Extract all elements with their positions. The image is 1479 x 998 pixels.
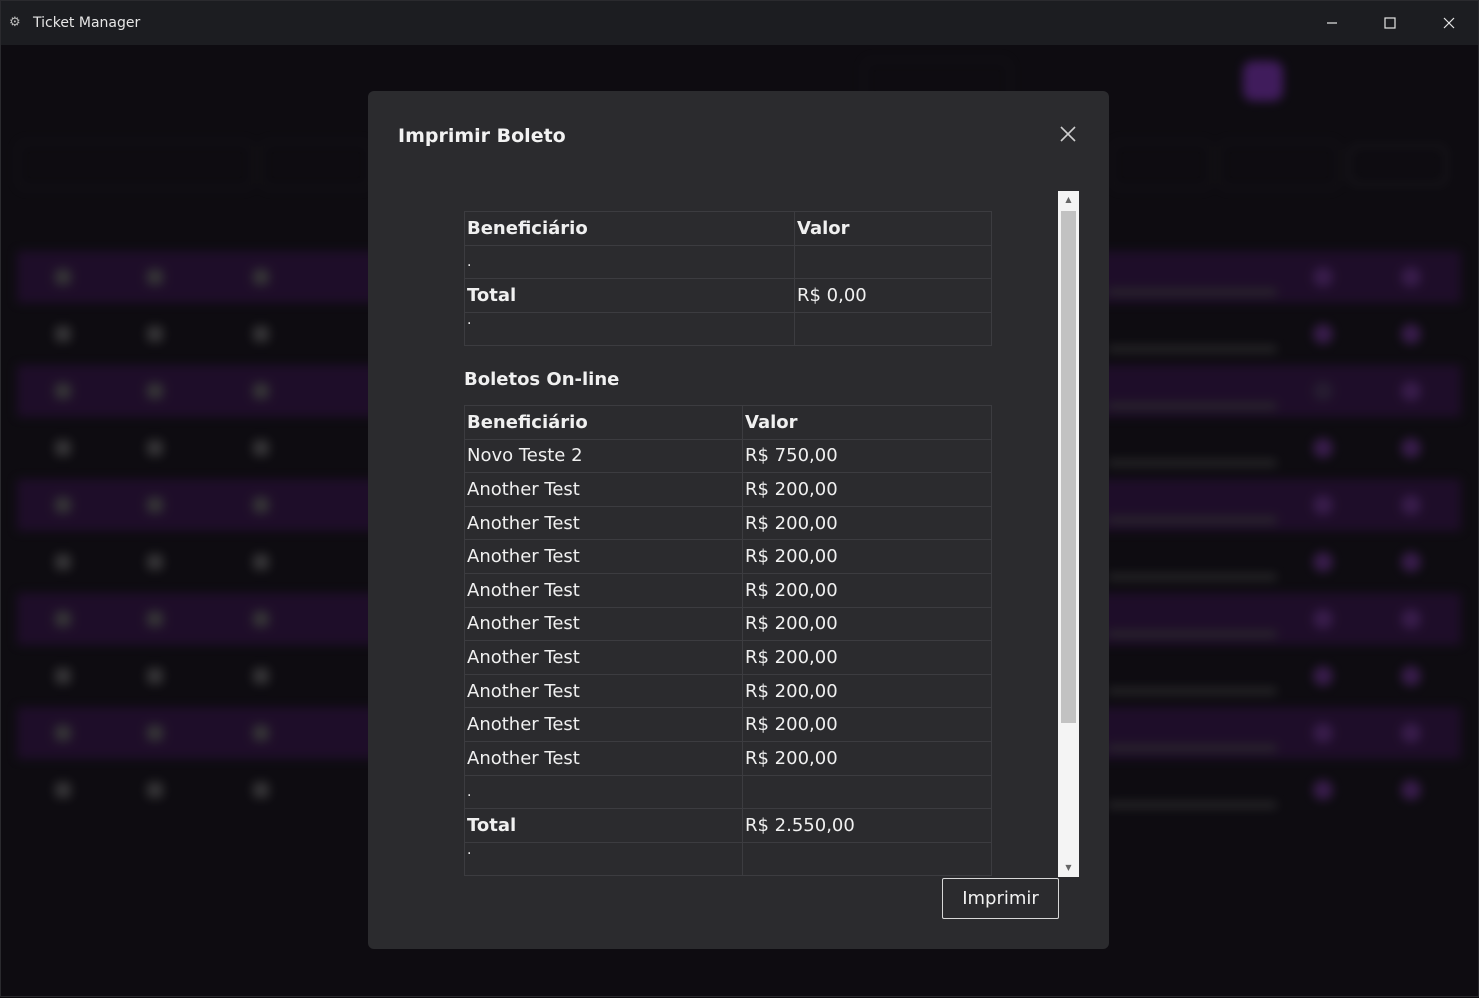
table-row: Another Test R$ 200,00: [464, 572, 992, 608]
table-row: Another Test R$ 200,00: [464, 673, 992, 709]
table-row: Another Test R$ 200,00: [464, 606, 992, 642]
dialog-title: Imprimir Boleto: [398, 125, 566, 147]
bg-control: [1349, 145, 1447, 185]
table-row: Another Test R$ 200,00: [464, 539, 992, 574]
print-preview-area[interactable]: Beneficiário Valor . Total R$ 0,00 . Bol…: [462, 191, 1058, 877]
header-value: Valor: [794, 211, 992, 246]
trailing-cell: .: [464, 311, 795, 347]
spacer-cell: .: [464, 244, 795, 280]
minimize-icon: [1327, 22, 1337, 24]
total-row: Total R$ 2.550,00: [464, 808, 992, 843]
spacer-cell: .: [464, 774, 743, 810]
scroll-up-arrow-icon[interactable]: ▲: [1058, 191, 1079, 209]
close-icon: [1443, 17, 1455, 29]
beneficiary-cell: Another Test: [464, 606, 743, 642]
minimize-button[interactable]: [1303, 1, 1361, 45]
total-label: Total: [464, 278, 795, 313]
beneficiary-cell: Novo Teste 2: [464, 438, 743, 474]
online-boletos-table: Beneficiário Valor Novo Teste 2 R$ 750,00…: [464, 405, 992, 877]
beneficiary-cell: Another Test: [464, 505, 743, 541]
header-beneficiary: Beneficiário: [464, 405, 743, 440]
total-value: R$ 2.550,00: [742, 808, 992, 843]
beneficiary-cell: Another Test: [464, 472, 743, 507]
value-cell: R$ 200,00: [742, 472, 992, 507]
close-window-button[interactable]: [1420, 1, 1478, 45]
avatar: [1243, 61, 1283, 101]
value-cell: R$ 200,00: [742, 572, 992, 608]
total-row: Total R$ 0,00: [464, 278, 992, 313]
beneficiary-cell: Another Test: [464, 539, 743, 574]
scroll-down-arrow-icon[interactable]: ▼: [1058, 859, 1079, 877]
value-cell: R$ 200,00: [742, 740, 992, 776]
value-cell: R$ 200,00: [742, 606, 992, 642]
beneficiary-cell: Another Test: [464, 572, 743, 608]
app-window: ⚙ Ticket Manager Imprimir Boleto Benefic…: [0, 0, 1479, 997]
value-cell: R$ 200,00: [742, 707, 992, 742]
table-row: Another Test R$ 200,00: [464, 505, 992, 541]
table-row: Another Test R$ 200,00: [464, 640, 992, 675]
table-row: Another Test R$ 200,00: [464, 707, 992, 742]
print-button[interactable]: Imprimir: [942, 878, 1059, 919]
title-bar: ⚙ Ticket Manager: [1, 1, 1478, 45]
table-row: .: [464, 841, 992, 877]
empty-cell: [794, 244, 992, 280]
vertical-scrollbar[interactable]: ▲ ▼: [1058, 191, 1079, 877]
trailing-cell: .: [464, 841, 743, 877]
maximize-icon: [1384, 17, 1396, 29]
close-icon: [1060, 126, 1076, 142]
header-beneficiary: Beneficiário: [464, 211, 795, 246]
bg-control: [1111, 141, 1211, 189]
beneficiary-cell: Another Test: [464, 740, 743, 776]
beneficiary-cell: Another Test: [464, 707, 743, 742]
value-cell: R$ 750,00: [742, 438, 992, 474]
bg-control: [17, 141, 253, 189]
beneficiary-cell: Another Test: [464, 673, 743, 709]
summary-table: Beneficiário Valor . Total R$ 0,00 .: [464, 211, 992, 347]
empty-cell: [742, 774, 992, 810]
table-header-row: Beneficiário Valor: [464, 211, 992, 246]
table-row: .: [464, 244, 992, 280]
empty-cell: [742, 841, 992, 877]
total-value: R$ 0,00: [794, 278, 992, 313]
table-row: Another Test R$ 200,00: [464, 472, 992, 507]
beneficiary-cell: Another Test: [464, 640, 743, 675]
gear-icon: ⚙: [9, 15, 21, 30]
bg-control: [261, 141, 371, 189]
value-cell: R$ 200,00: [742, 640, 992, 675]
total-label: Total: [464, 808, 743, 843]
table-row: Another Test R$ 200,00: [464, 740, 992, 776]
table-row: .: [464, 774, 992, 810]
table-header-row: Beneficiário Valor: [464, 405, 992, 440]
value-cell: R$ 200,00: [742, 505, 992, 541]
section-heading-online: Boletos On-line: [464, 369, 620, 390]
table-row: Novo Teste 2 R$ 750,00: [464, 438, 992, 474]
scrollbar-thumb[interactable]: [1061, 211, 1076, 723]
print-boleto-dialog: Imprimir Boleto Beneficiário Valor . Tot…: [368, 91, 1109, 949]
value-cell: R$ 200,00: [742, 673, 992, 709]
table-row: .: [464, 311, 992, 347]
close-dialog-button[interactable]: [1056, 125, 1080, 149]
window-title: Ticket Manager: [33, 15, 141, 31]
value-cell: R$ 200,00: [742, 539, 992, 574]
header-value: Valor: [742, 405, 992, 440]
maximize-button[interactable]: [1361, 1, 1419, 45]
bg-control: [1219, 141, 1339, 189]
empty-cell: [794, 311, 992, 347]
